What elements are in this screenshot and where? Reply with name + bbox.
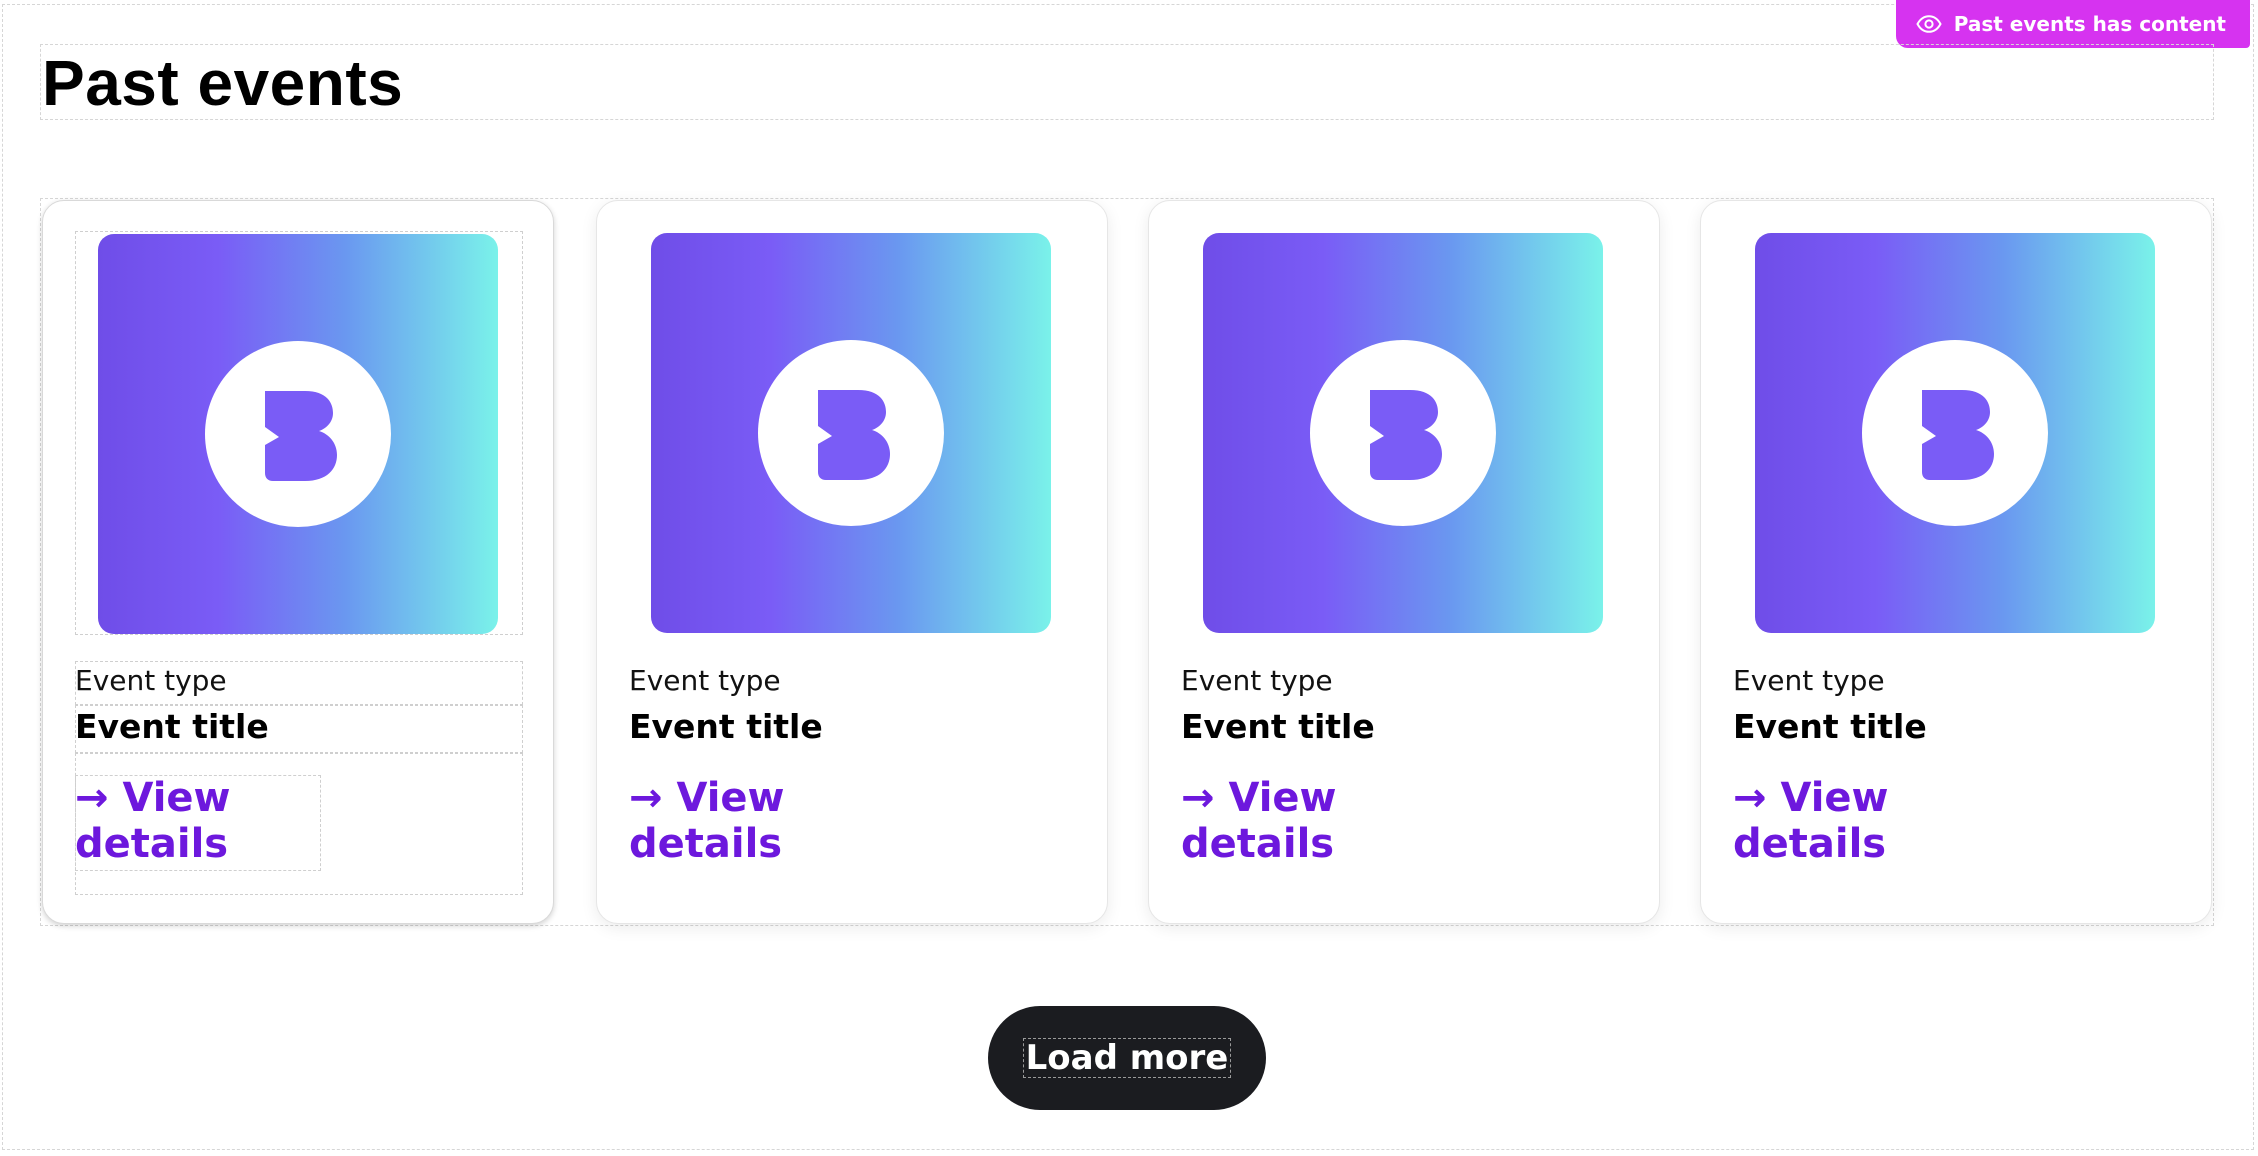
page-title: Past events: [42, 47, 404, 119]
event-image: [651, 233, 1051, 633]
brand-b-logo-icon: [1862, 340, 2048, 526]
event-image: [1755, 233, 2155, 633]
event-image-container: [1733, 231, 2181, 635]
view-details-link[interactable]: → View details: [75, 775, 375, 867]
event-image-container: [75, 231, 523, 635]
load-more-button[interactable]: Load more: [988, 1006, 1266, 1110]
event-card[interactable]: Event type Event title → View details: [1148, 200, 1660, 924]
event-image-container: [629, 231, 1077, 635]
badge-label: Past events has content: [1953, 12, 2226, 36]
event-type: Event type: [75, 664, 227, 697]
event-type: Event type: [1733, 664, 1885, 697]
event-card[interactable]: Event type Event title → View details: [596, 200, 1108, 924]
event-title: Event title: [629, 707, 823, 746]
event-image-container: [1181, 231, 1629, 635]
view-details-link[interactable]: → View details: [1181, 775, 1481, 867]
view-details-link[interactable]: → View details: [1733, 775, 2033, 867]
eye-icon: [1916, 15, 1942, 33]
event-card[interactable]: Event type Event title → View details: [1700, 200, 2212, 924]
event-title: Event title: [1733, 707, 1927, 746]
event-type: Event type: [1181, 664, 1333, 697]
brand-b-logo-icon: [758, 340, 944, 526]
event-image: [1203, 233, 1603, 633]
event-title: Event title: [1181, 707, 1375, 746]
load-more-label: Load more: [1022, 1038, 1232, 1078]
content-status-badge[interactable]: Past events has content: [1895, 0, 2250, 48]
event-type: Event type: [629, 664, 781, 697]
brand-b-logo-icon: [205, 341, 391, 527]
event-title: Event title: [75, 707, 269, 746]
event-image: [98, 234, 498, 634]
brand-b-logo-icon: [1310, 340, 1496, 526]
event-card[interactable]: Event type Event title → View details: [42, 200, 554, 924]
view-details-link[interactable]: → View details: [629, 775, 929, 867]
